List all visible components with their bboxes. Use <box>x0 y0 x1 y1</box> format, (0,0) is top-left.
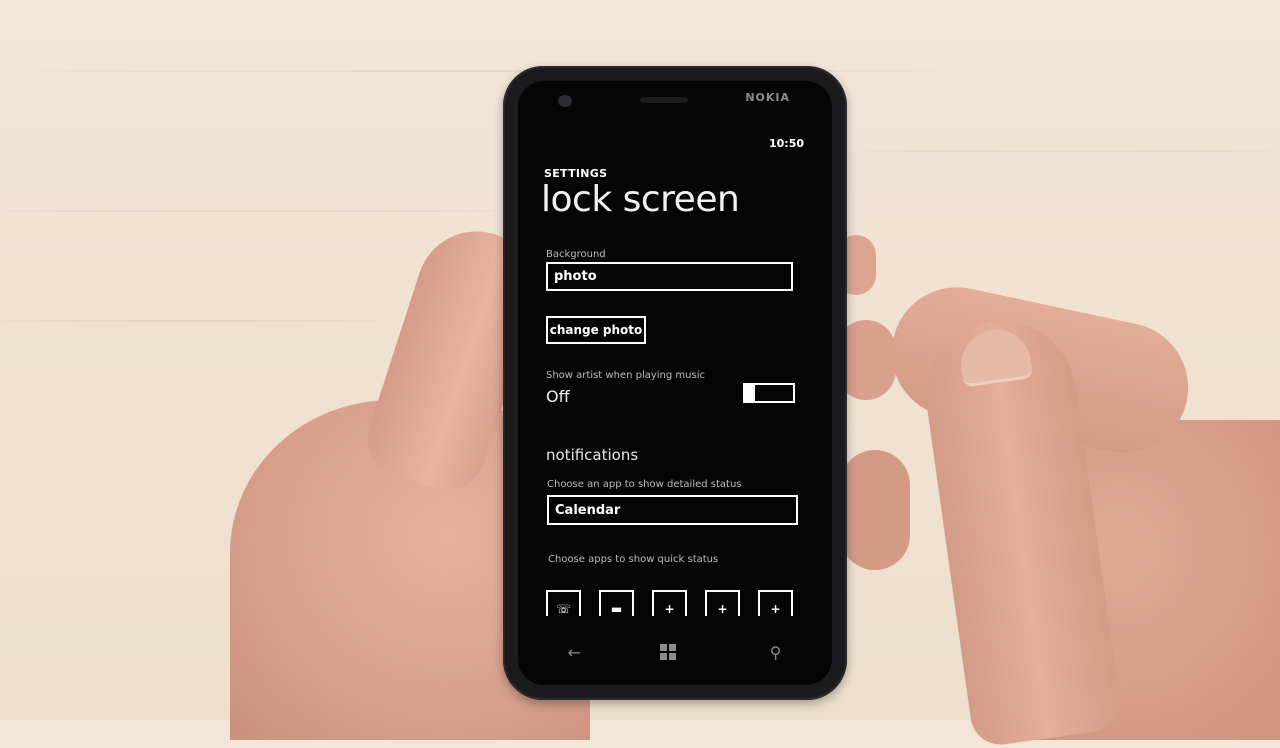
add-icon: + <box>664 602 675 616</box>
windows-logo-icon <box>659 644 690 660</box>
phone-icon: ☏ <box>555 602 571 616</box>
quick-status-slot-empty[interactable]: + <box>705 590 740 616</box>
show-artist-label: Show artist when playing music <box>546 370 705 381</box>
show-artist-state: Off <box>546 387 570 406</box>
quick-status-label: Choose apps to show quick status <box>548 554 719 565</box>
quick-status-slots: ☏ ▬ + + + <box>546 590 793 616</box>
page-title: lock screen <box>541 179 740 220</box>
add-icon: + <box>770 602 781 616</box>
wood-grain <box>0 320 380 322</box>
quick-status-slot-phone[interactable]: ☏ <box>546 590 581 616</box>
wood-grain <box>0 210 500 212</box>
phone-bezel: NOKIA 10:50 SETTINGS lock screen Backgro… <box>518 81 832 685</box>
search-icon[interactable]: ⚲ <box>761 643 791 662</box>
wood-grain <box>860 150 1280 152</box>
detailed-status-picker[interactable]: Calendar <box>547 495 798 525</box>
detailed-status-label: Choose an app to show detailed status <box>547 479 742 490</box>
phone-device: NOKIA 10:50 SETTINGS lock screen Backgro… <box>503 66 847 700</box>
background-picker[interactable]: photo <box>546 262 793 291</box>
toggle-knob[interactable] <box>743 383 755 403</box>
earpiece-speaker <box>640 97 688 103</box>
front-camera-icon <box>558 95 572 107</box>
left-hand-finger <box>840 450 910 570</box>
show-artist-toggle[interactable] <box>743 383 795 403</box>
notifications-header: notifications <box>546 446 639 464</box>
quick-status-slot-empty[interactable]: + <box>758 590 793 616</box>
change-photo-button[interactable]: change photo <box>546 316 646 344</box>
hardware-nav-bar: ← ⚲ <box>524 637 826 667</box>
brand-logo: NOKIA <box>745 91 790 104</box>
status-clock: 10:50 <box>768 137 804 150</box>
add-icon: + <box>717 602 728 616</box>
message-icon: ▬ <box>610 602 623 616</box>
back-arrow-icon[interactable]: ← <box>559 643 589 662</box>
start-button[interactable] <box>659 644 690 660</box>
background-label: Background <box>546 249 606 260</box>
quick-status-slot-empty[interactable]: + <box>652 590 687 616</box>
phone-screen: 10:50 SETTINGS lock screen Background ph… <box>524 119 826 685</box>
quick-status-slot-messaging[interactable]: ▬ <box>599 590 634 616</box>
